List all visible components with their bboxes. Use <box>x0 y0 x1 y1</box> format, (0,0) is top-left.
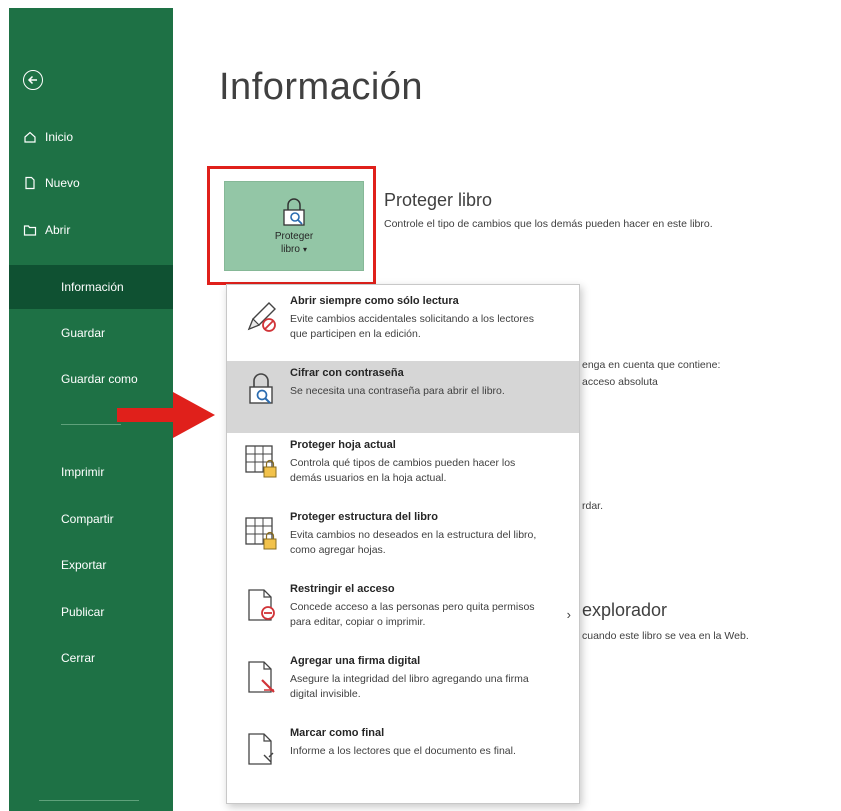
sidebar-item-abrir[interactable]: Abrir <box>23 220 70 240</box>
sidebar-item-label: Exportar <box>61 558 107 572</box>
sidebar-item-label: Abrir <box>45 223 71 237</box>
chevron-right-icon: › <box>566 607 571 622</box>
sidebar-item-imprimir[interactable]: Imprimir <box>9 450 173 494</box>
lock-search-icon <box>283 198 305 226</box>
sidebar-item-compartir[interactable]: Compartir <box>9 497 173 541</box>
sidebar-item-label: Compartir <box>61 512 114 526</box>
digital-signature-icon <box>248 661 275 693</box>
menu-item-description: Se necesita una contraseña para abrir el… <box>290 385 505 397</box>
protect-structure-icon <box>245 517 277 550</box>
menu-item-mark-final[interactable]: Marcar como final Informe a los lectores… <box>227 721 579 793</box>
menu-item-description: Asegure la integridad del libro agregand… <box>290 673 529 700</box>
menu-item-description: Informe a los lectores que el documento … <box>290 745 516 757</box>
sidebar-item-label: Imprimir <box>61 465 105 479</box>
open-folder-icon <box>23 225 37 236</box>
new-file-icon <box>25 176 35 190</box>
sidebar-item-nuevo[interactable]: Nuevo <box>23 173 80 193</box>
page-title: Información <box>219 66 424 108</box>
sidebar-item-cerrar[interactable]: Cerrar <box>9 636 173 680</box>
menu-item-title: Proteger estructura del libro <box>290 511 438 523</box>
encrypt-lock-icon <box>249 373 273 404</box>
sidebar-item-label: Publicar <box>61 605 105 619</box>
menu-item-description: Evite cambios accidentales solicitando a… <box>290 313 534 340</box>
sidebar-item-label: Nuevo <box>45 176 80 190</box>
background-text: acceso absoluta <box>582 376 658 388</box>
menu-item-title: Proteger hoja actual <box>290 439 396 451</box>
protect-button-label: Proteger <box>274 231 314 242</box>
protect-section-description: Controle el tipo de cambios que los demá… <box>384 218 713 230</box>
read-only-pencil-icon <box>247 302 276 332</box>
background-text: cuando este libro se vea en la Web. <box>582 630 749 642</box>
mark-final-icon <box>248 733 274 765</box>
menu-item-title: Restringir el acceso <box>290 583 395 595</box>
excel-backstage: Inicio Nuevo Abrir Información Guardar G… <box>0 0 841 811</box>
menu-item-title: Cifrar con contraseña <box>290 367 404 379</box>
sidebar-item-exportar[interactable]: Exportar <box>9 543 173 587</box>
protect-sheet-icon <box>245 445 277 478</box>
menu-item-restrict-access[interactable]: Restringir el acceso Concede acceso a la… <box>227 577 579 649</box>
menu-item-protect-structure[interactable]: Proteger estructura del libro Evita camb… <box>227 505 579 577</box>
sidebar-item-label: Guardar <box>61 326 106 340</box>
sidebar-item-label: Inicio <box>45 130 74 144</box>
background-heading: explorador <box>582 600 668 620</box>
sidebar-item-label: Cerrar <box>61 651 96 665</box>
sidebar-item-label: Información <box>61 280 124 294</box>
sidebar-item-label: Guardar como <box>61 372 138 386</box>
sidebar-item-publicar[interactable]: Publicar <box>9 590 173 634</box>
menu-item-encrypt-password[interactable]: Cifrar con contraseña Se necesita una co… <box>227 361 579 433</box>
menu-item-description: Controla qué tipos de cambios pueden hac… <box>290 457 516 484</box>
protect-workbook-menu: Abrir siempre como sólo lectura Evite ca… <box>226 284 580 804</box>
background-text: rdar. <box>582 500 604 512</box>
menu-item-read-only[interactable]: Abrir siempre como sólo lectura Evite ca… <box>227 289 579 361</box>
red-arrow-icon <box>117 392 215 438</box>
back-arrow-icon[interactable] <box>23 70 43 90</box>
menu-item-title: Agregar una firma digital <box>290 655 421 667</box>
protect-section-heading: Proteger libro <box>384 190 493 210</box>
menu-item-description: Concede acceso a las personas pero quita… <box>290 601 535 628</box>
sidebar-item-inicio[interactable]: Inicio <box>23 127 73 147</box>
menu-item-protect-sheet[interactable]: Proteger hoja actual Controla qué tipos … <box>227 433 579 505</box>
protect-button-label-2: libro <box>281 244 300 255</box>
restrict-access-icon <box>248 589 275 621</box>
chevron-down-icon: ▾ <box>302 245 307 254</box>
sidebar-divider <box>39 800 139 801</box>
sidebar-item-guardar[interactable]: Guardar <box>9 311 173 355</box>
home-icon <box>24 131 36 143</box>
protect-workbook-button[interactable]: Proteger libro ▾ <box>224 181 364 271</box>
menu-item-digital-signature[interactable]: Agregar una firma digital Asegure la int… <box>227 649 579 721</box>
sidebar-item-informacion[interactable]: Información <box>9 265 173 309</box>
menu-item-title: Marcar como final <box>290 727 385 739</box>
sidebar-divider <box>61 424 121 425</box>
menu-item-description: Evita cambios no deseados en la estructu… <box>290 529 537 556</box>
menu-item-title: Abrir siempre como sólo lectura <box>290 295 459 307</box>
background-text: enga en cuenta que contiene: <box>582 359 721 371</box>
